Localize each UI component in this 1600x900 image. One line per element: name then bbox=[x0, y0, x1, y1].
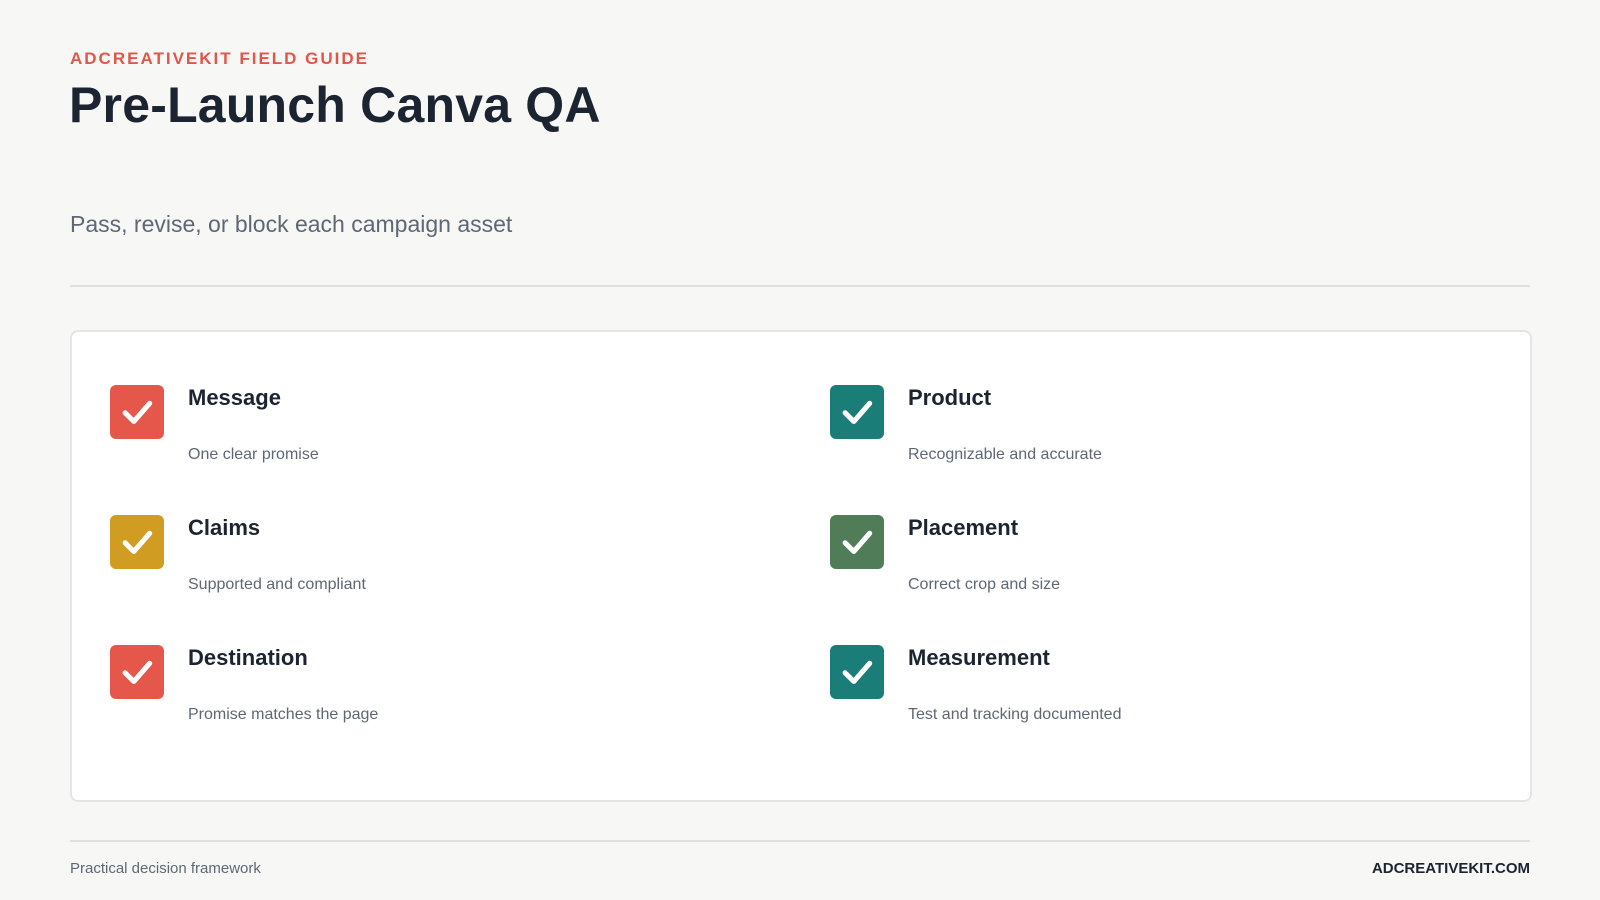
checklist-item-description: One clear promise bbox=[188, 446, 319, 463]
checkmark-icon bbox=[122, 400, 153, 425]
checklist-item-label: Measurement bbox=[908, 645, 1050, 670]
checkmark-icon bbox=[842, 660, 873, 685]
checklist-item-description: Supported and compliant bbox=[188, 576, 366, 593]
eyebrow-label: ADCREATIVEKIT FIELD GUIDE bbox=[70, 49, 370, 68]
checkbox-placement[interactable] bbox=[830, 515, 884, 569]
checklist-item-description: Test and tracking documented bbox=[908, 706, 1122, 723]
checklist-item-description: Recognizable and accurate bbox=[908, 446, 1102, 463]
divider-bottom bbox=[70, 840, 1530, 842]
checkbox-measurement[interactable] bbox=[830, 645, 884, 699]
checkmark-icon bbox=[842, 400, 873, 425]
checklist-item-label: Message bbox=[188, 385, 281, 410]
checkbox-message[interactable] bbox=[110, 385, 164, 439]
divider-top bbox=[70, 285, 1530, 287]
checkbox-claims[interactable] bbox=[110, 515, 164, 569]
page-subtitle: Pass, revise, or block each campaign ass… bbox=[70, 211, 513, 237]
checkmark-icon bbox=[122, 530, 153, 555]
checklist-item-label: Product bbox=[908, 385, 992, 410]
checklist-item-label: Placement bbox=[908, 515, 1019, 540]
page-title: Pre-Launch Canva QA bbox=[69, 77, 601, 133]
checkmark-icon bbox=[122, 660, 153, 685]
footer-brand-link[interactable]: ADCREATIVEKIT.COM bbox=[1372, 860, 1530, 877]
checklist-item-description: Correct crop and size bbox=[908, 576, 1061, 593]
checkmark-icon bbox=[842, 530, 873, 555]
footer-tagline: Practical decision framework bbox=[70, 860, 261, 877]
checklist-item-description: Promise matches the page bbox=[188, 706, 379, 723]
checkbox-product[interactable] bbox=[830, 385, 884, 439]
checklist-item-label: Destination bbox=[188, 645, 308, 670]
checklist-item-label: Claims bbox=[188, 515, 261, 540]
checklist-card: Message One clear promise Claims Support… bbox=[70, 330, 1532, 802]
checkbox-destination[interactable] bbox=[110, 645, 164, 699]
